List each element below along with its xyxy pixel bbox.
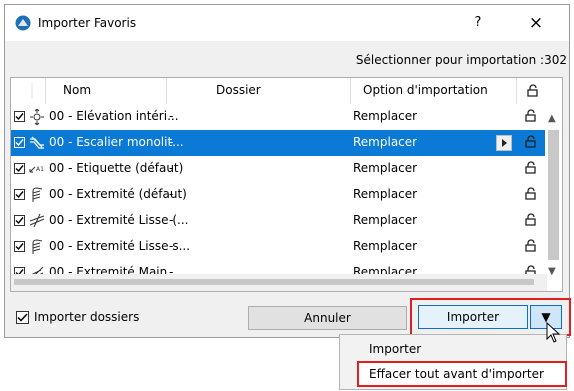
row-option[interactable]: Remplacer: [353, 187, 417, 201]
row-option[interactable]: Remplacer: [353, 109, 417, 123]
import-folders-checkbox[interactable]: [16, 311, 29, 324]
list-item[interactable]: 00 - Elévation intéri... - Remplacer: [11, 104, 547, 130]
row-folder: -: [169, 213, 174, 227]
row-checkbox[interactable]: [14, 215, 25, 226]
row-option[interactable]: Remplacer: [353, 213, 417, 227]
column-header-folder[interactable]: Dossier: [216, 83, 261, 97]
header-separator: [45, 78, 46, 104]
lock-icon: [525, 161, 536, 174]
import-dropdown-menu: Importer Effacer tout avant d'importer: [339, 334, 567, 390]
header-separator: [516, 78, 517, 104]
menu-item-clear-before-import[interactable]: Effacer tout avant d'importer: [357, 361, 567, 387]
row-checkbox[interactable]: [14, 241, 25, 252]
elevation-icon: [30, 109, 44, 125]
row-name: 00 - Extremité Lisse (...: [49, 213, 189, 227]
archicad-app-icon: [15, 15, 31, 31]
row-folder: -: [169, 161, 174, 175]
favorites-list[interactable]: Nom Dossier Option d'importation 00 - El…: [10, 77, 563, 292]
menu-item-import[interactable]: Importer: [369, 342, 421, 356]
list-item[interactable]: 00 - Extremité Lisse (... - Remplacer: [11, 208, 547, 234]
menu-item-label: Effacer tout avant d'importer: [369, 367, 544, 381]
selection-count-label: Sélectionner pour importation :302: [355, 53, 567, 67]
row-option[interactable]: Remplacer: [353, 161, 417, 175]
vertical-scrollbar[interactable]: ▲ ▼: [545, 78, 562, 291]
lock-icon: [525, 239, 536, 252]
row-checkbox[interactable]: [14, 137, 25, 148]
dialog-footer: Importer dossiers Annuler Importer ▼: [5, 298, 571, 337]
play-arrow-icon: [502, 139, 507, 147]
lock-icon: [525, 187, 536, 200]
lock-icon: [525, 109, 536, 122]
row-folder: -: [169, 239, 174, 253]
import-favorites-dialog: Importer Favoris ? × Sélectionner pour i…: [4, 4, 571, 338]
header-icon-col: [31, 83, 41, 102]
list-item[interactable]: 00 - Extremité (défaut) - Remplacer: [11, 182, 547, 208]
list-header: Nom Dossier Option d'importation: [11, 78, 547, 104]
header-separator: [350, 78, 351, 104]
row-name: 00 - Etiquette (défaut): [49, 161, 184, 175]
header-separator: [166, 78, 167, 104]
mouse-pointer-icon: [546, 322, 561, 343]
lock-icon: [525, 213, 536, 226]
rail-end-icon: [29, 213, 45, 228]
horizontal-scrollbar[interactable]: [11, 274, 547, 291]
list-item-selected[interactable]: 00 - Escalier monolit... - Remplacer: [11, 130, 547, 156]
railing-end-icon: [32, 187, 43, 202]
row-folder: -: [169, 109, 174, 123]
column-header-option[interactable]: Option d'importation: [363, 83, 488, 97]
railing-end-icon: [32, 239, 43, 254]
lock-column-icon: [527, 84, 538, 97]
row-checkbox[interactable]: [14, 189, 25, 200]
row-folder: -: [169, 187, 174, 201]
import-folders-label[interactable]: Importer dossiers: [34, 310, 139, 324]
row-checkbox[interactable]: [14, 111, 25, 122]
list-item[interactable]: A1 00 - Etiquette (défaut) - Remplacer: [11, 156, 547, 182]
row-option[interactable]: Remplacer: [353, 135, 417, 149]
row-checkbox[interactable]: [14, 163, 25, 174]
column-header-name[interactable]: Nom: [63, 83, 91, 97]
scroll-up-icon[interactable]: ▲: [548, 113, 556, 124]
scroll-thumb[interactable]: [548, 130, 559, 260]
row-name: 00 - Elévation intéri...: [49, 109, 179, 123]
stair-icon: [30, 136, 44, 149]
lock-icon: [525, 135, 536, 148]
scroll-down-icon[interactable]: ▼: [548, 266, 556, 277]
option-arrow-button[interactable]: [496, 135, 512, 151]
window-title: Importer Favoris: [38, 16, 137, 30]
cancel-button[interactable]: Annuler: [248, 306, 407, 330]
row-option[interactable]: Remplacer: [353, 239, 417, 253]
label-icon: A1: [29, 166, 44, 173]
horizontal-scroll-thumb[interactable]: [14, 279, 534, 285]
list-item[interactable]: 00 - Extremité Lisse s... - Remplacer: [11, 234, 547, 260]
help-button[interactable]: ?: [464, 11, 492, 35]
title-bar: Importer Favoris ? ×: [5, 5, 569, 41]
close-button[interactable]: ×: [518, 11, 554, 35]
row-name: 00 - Escalier monolit...: [49, 135, 184, 149]
row-name: 00 - Extremité (défaut): [49, 187, 187, 201]
import-button[interactable]: Importer: [418, 305, 528, 329]
row-folder: -: [169, 135, 174, 149]
svg-text:A1: A1: [36, 166, 44, 173]
